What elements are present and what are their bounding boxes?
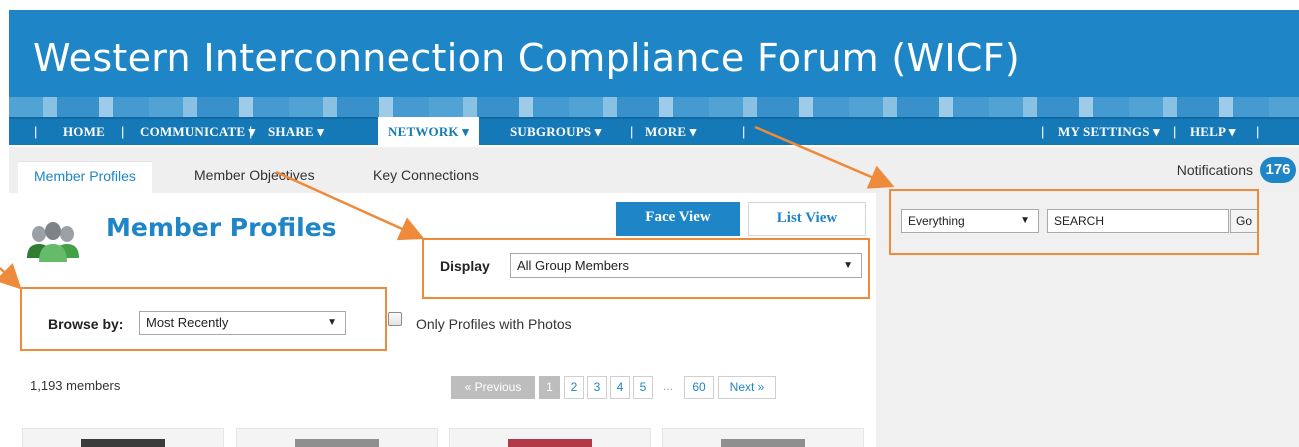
tab-member-profiles[interactable]: Member Profiles <box>18 161 152 193</box>
member-photo[interactable] <box>721 439 805 447</box>
group-people-icon <box>27 222 79 262</box>
member-card[interactable] <box>662 428 864 447</box>
annotation-arrow <box>0 263 22 290</box>
pagination-page-3[interactable]: 3 <box>587 376 607 399</box>
site-title: Western Interconnection Compliance Forum… <box>33 36 1020 80</box>
annotation-box-search <box>889 189 1259 255</box>
nav-more[interactable]: MORE ▾ <box>645 119 696 145</box>
nav-separator: | <box>742 124 746 139</box>
notifications-badge[interactable]: 176 <box>1260 157 1296 183</box>
page-title: Member Profiles <box>106 213 337 242</box>
pagination-page-5[interactable]: 5 <box>633 376 653 399</box>
nav-separator: | <box>1256 124 1260 139</box>
pagination-previous[interactable]: « Previous <box>451 376 535 399</box>
nav-separator: | <box>121 124 125 139</box>
nav-share[interactable]: SHARE ▾ <box>268 119 324 145</box>
notifications-label[interactable]: Notifications <box>1177 162 1253 178</box>
list-view-button[interactable]: List View <box>748 202 866 236</box>
nav-my-settings[interactable]: MY SETTINGS ▾ <box>1058 119 1160 145</box>
member-count: 1,193 members <box>30 378 121 393</box>
member-photo[interactable] <box>508 439 592 447</box>
pagination-page-last[interactable]: 60 <box>684 376 714 399</box>
nav-separator: | <box>1041 124 1045 139</box>
photos-only-checkbox[interactable] <box>388 312 402 326</box>
nav-separator: | <box>249 124 253 139</box>
annotation-box-browse <box>20 287 387 351</box>
member-photo[interactable] <box>295 439 379 447</box>
nav-separator: | <box>630 124 634 139</box>
main-nav: | HOME | COMMUNICATE ▾ | SHARE ▾ NETWORK… <box>9 117 1299 147</box>
nav-subgroups[interactable]: SUBGROUPS ▾ <box>510 119 601 145</box>
nav-home[interactable]: HOME <box>63 119 105 145</box>
site-banner: Western Interconnection Compliance Forum… <box>9 10 1299 117</box>
pagination-page-1[interactable]: 1 <box>539 376 560 399</box>
member-photo[interactable] <box>81 439 165 447</box>
member-card[interactable] <box>449 428 651 447</box>
sub-tabs: Member Profiles Member Objectives Key Co… <box>9 147 1299 193</box>
pagination-ellipsis: ... <box>657 376 679 399</box>
member-card[interactable] <box>236 428 438 447</box>
photos-only-label[interactable]: Only Profiles with Photos <box>416 316 572 332</box>
member-card[interactable] <box>22 428 224 447</box>
face-view-button[interactable]: Face View <box>616 202 740 236</box>
annotation-box-display <box>422 238 870 299</box>
nav-communicate[interactable]: COMMUNICATE ▾ <box>140 119 255 145</box>
pagination-page-4[interactable]: 4 <box>610 376 630 399</box>
pagination-next[interactable]: Next » <box>718 376 776 399</box>
tab-key-connections[interactable]: Key Connections <box>373 161 479 193</box>
nav-help[interactable]: HELP ▾ <box>1190 119 1236 145</box>
nav-network[interactable]: NETWORK ▾ <box>378 117 479 147</box>
tab-member-objectives[interactable]: Member Objectives <box>194 161 315 193</box>
nav-separator: | <box>34 124 38 139</box>
pagination-page-2[interactable]: 2 <box>564 376 584 399</box>
nav-separator: | <box>1173 124 1177 139</box>
banner-decoration <box>9 97 1299 117</box>
